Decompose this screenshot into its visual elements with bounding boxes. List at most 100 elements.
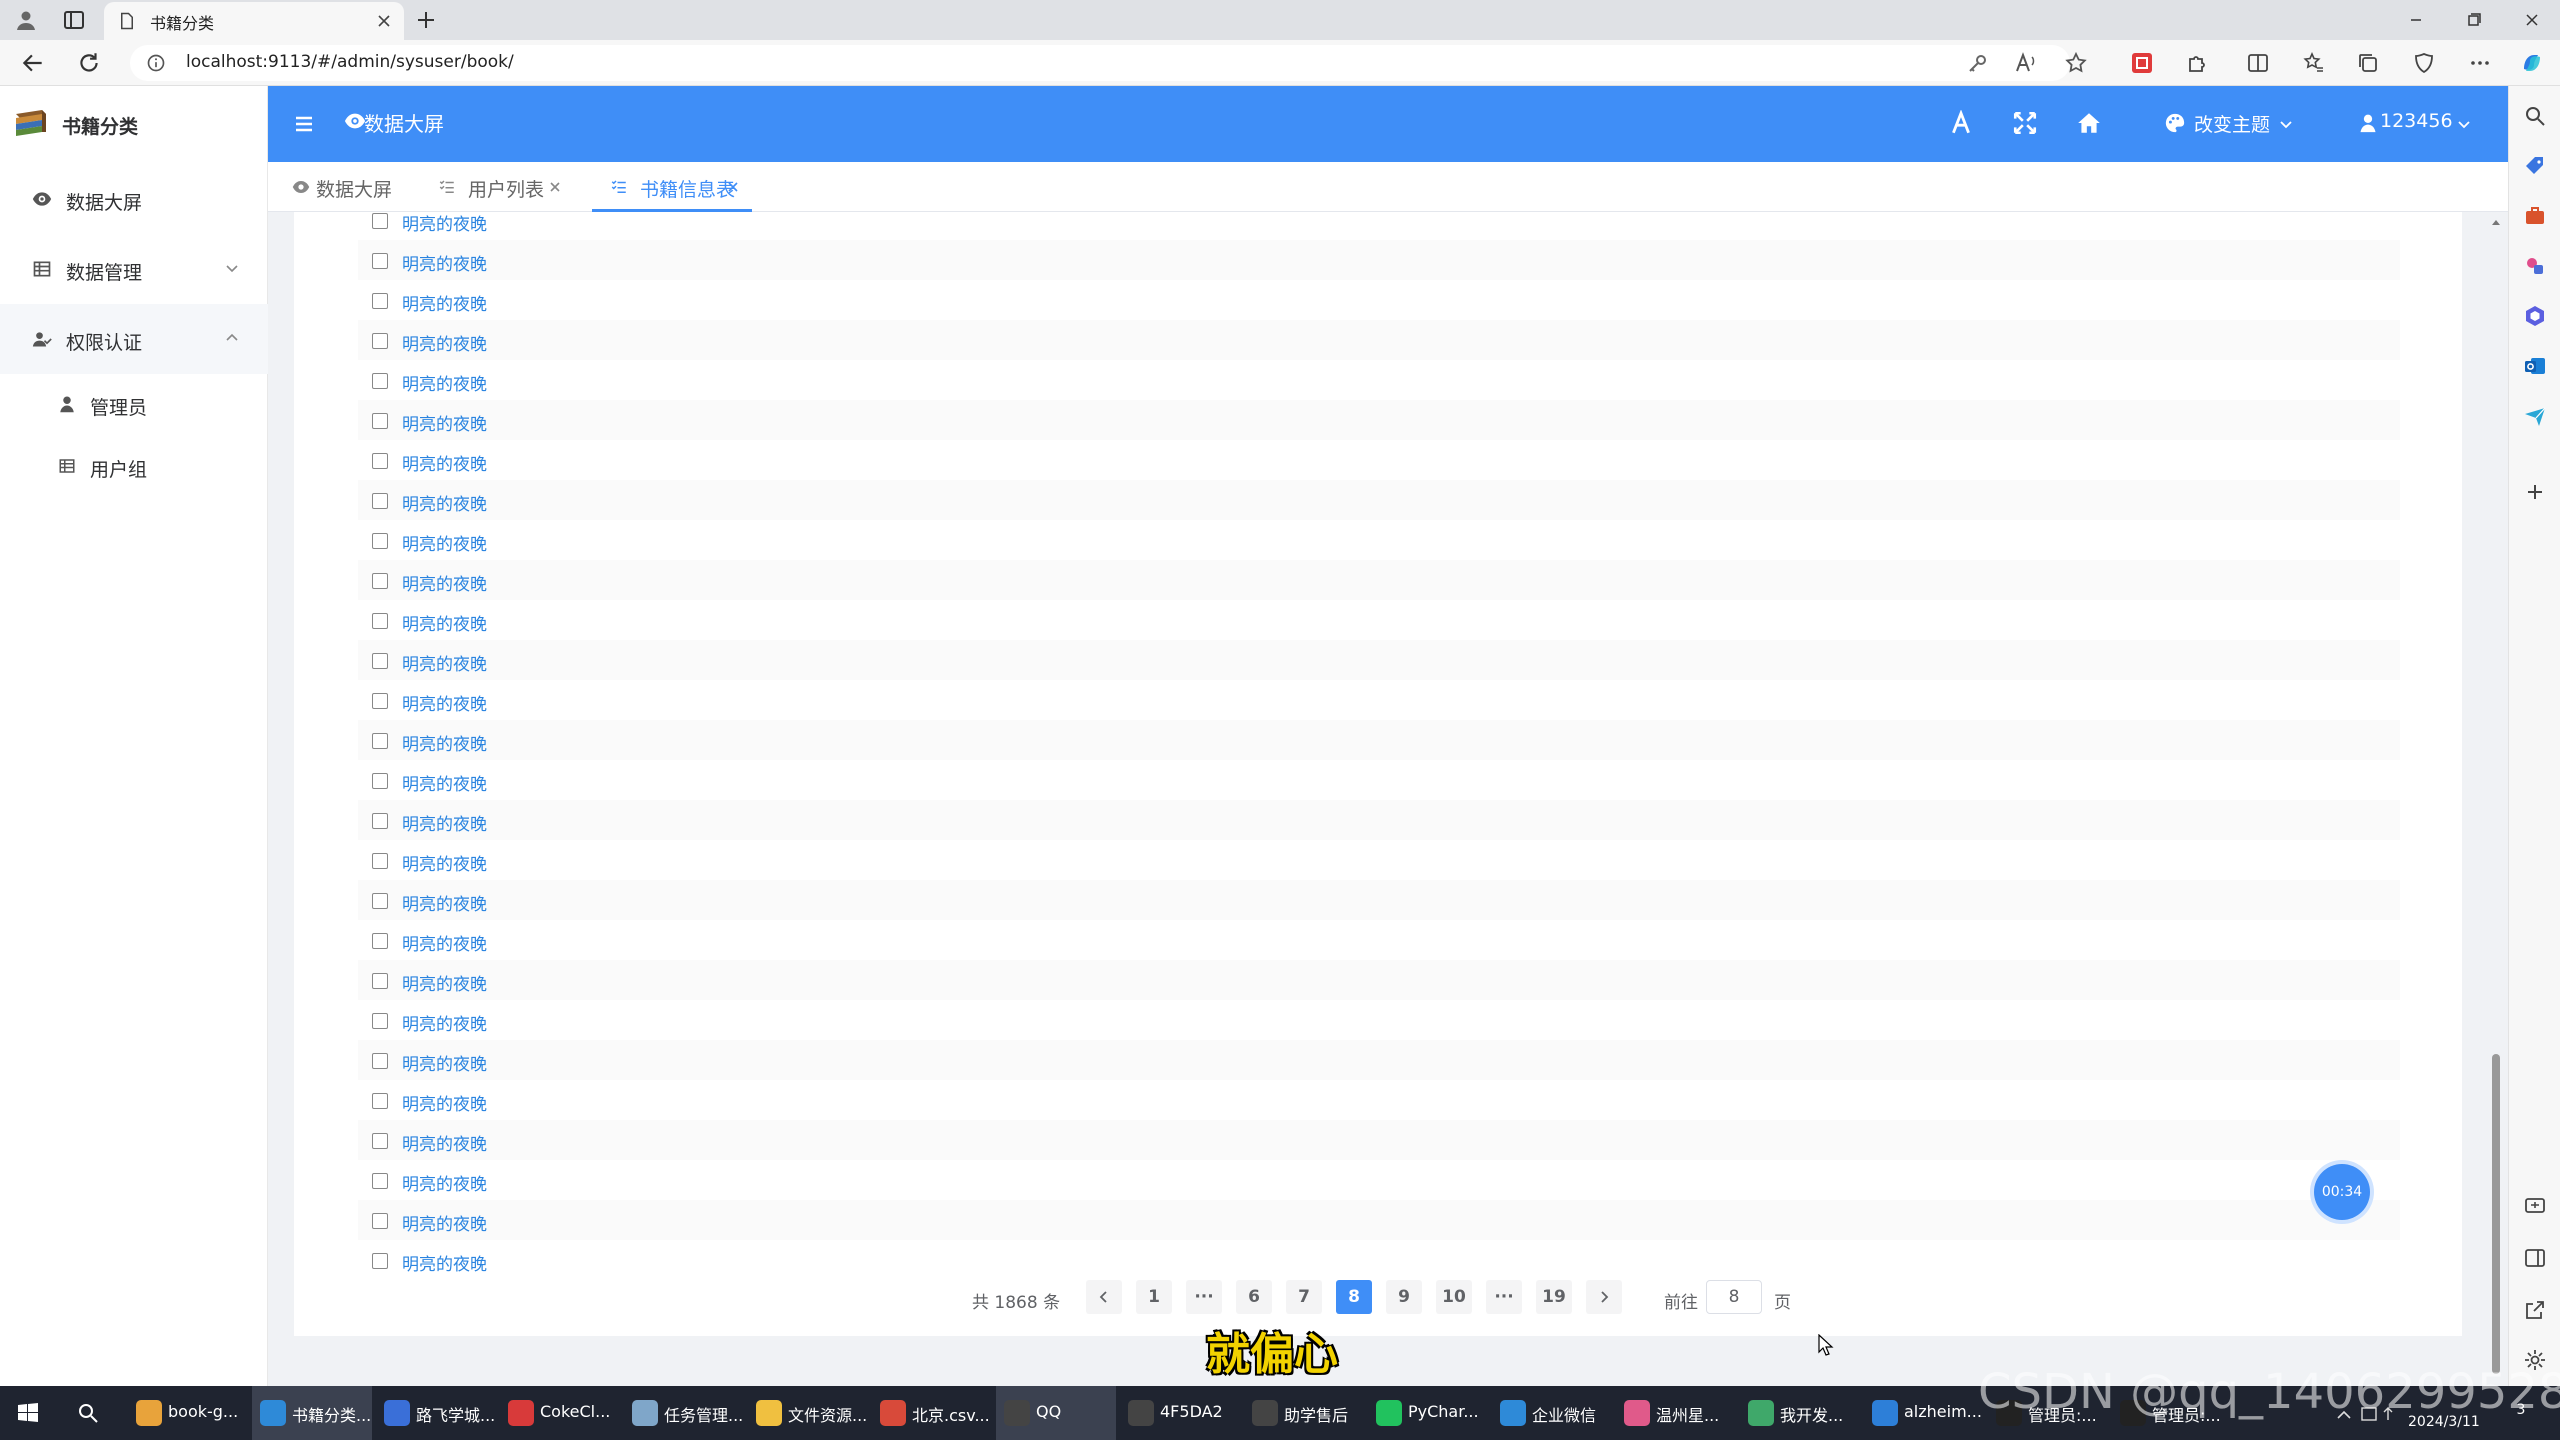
favorites-icon[interactable] bbox=[2302, 51, 2326, 75]
palette-icon[interactable] bbox=[2164, 112, 2186, 134]
taskbar-app[interactable]: 4F5DA2 bbox=[1120, 1386, 1240, 1440]
taskbar-app[interactable]: 我开发... bbox=[1740, 1386, 1860, 1440]
row-checkbox[interactable] bbox=[372, 293, 388, 309]
shopping-tag-icon[interactable] bbox=[2523, 154, 2547, 178]
row-checkbox[interactable] bbox=[372, 693, 388, 709]
book-title-link[interactable]: 明亮的夜晚 bbox=[402, 890, 487, 915]
close-window-icon[interactable] bbox=[2514, 6, 2550, 34]
book-title-link[interactable]: 明亮的夜晚 bbox=[402, 850, 487, 875]
workspaces-icon[interactable] bbox=[62, 8, 86, 32]
minimize-window-icon[interactable] bbox=[2398, 6, 2434, 34]
book-title-link[interactable]: 明亮的夜晚 bbox=[402, 530, 487, 555]
add-sidebar-app-icon[interactable] bbox=[2523, 480, 2547, 504]
book-title-link[interactable]: 明亮的夜晚 bbox=[402, 1130, 487, 1155]
book-title-link[interactable]: 明亮的夜晚 bbox=[402, 450, 487, 475]
row-checkbox[interactable] bbox=[372, 813, 388, 829]
profile-icon[interactable] bbox=[14, 8, 38, 32]
row-checkbox[interactable] bbox=[372, 613, 388, 629]
more-options-icon[interactable] bbox=[2468, 51, 2492, 75]
row-checkbox[interactable] bbox=[372, 493, 388, 509]
sidebar-toggle-icon[interactable] bbox=[2523, 1246, 2547, 1270]
row-checkbox[interactable] bbox=[372, 333, 388, 349]
prev-page-button[interactable] bbox=[1086, 1280, 1122, 1314]
close-icon[interactable] bbox=[548, 180, 562, 194]
row-checkbox[interactable] bbox=[372, 453, 388, 469]
theme-switch-button[interactable]: 改变主题 bbox=[2194, 110, 2270, 137]
taskbar-app[interactable]: QQ bbox=[996, 1386, 1116, 1440]
book-title-link[interactable]: 明亮的夜晚 bbox=[402, 810, 487, 835]
search-icon[interactable] bbox=[2523, 104, 2547, 128]
book-title-link[interactable]: 明亮的夜晚 bbox=[402, 570, 487, 595]
page-more-button[interactable]: ··· bbox=[1186, 1280, 1222, 1314]
page-button[interactable]: 1 bbox=[1136, 1280, 1172, 1314]
row-checkbox[interactable] bbox=[372, 973, 388, 989]
taskbar-app[interactable]: PyChar... bbox=[1368, 1386, 1488, 1440]
taskbar-app[interactable]: 路飞学城... bbox=[376, 1386, 496, 1440]
tab-dashboard[interactable]: 数据大屏 bbox=[286, 162, 406, 212]
taskbar-app[interactable]: 温州星... bbox=[1616, 1386, 1736, 1440]
row-checkbox[interactable] bbox=[372, 653, 388, 669]
menu-toggle-icon[interactable] bbox=[292, 112, 316, 136]
book-title-link[interactable]: 明亮的夜晚 bbox=[402, 970, 487, 995]
book-title-link[interactable]: 明亮的夜晚 bbox=[402, 1050, 487, 1075]
extensions-puzzle-icon[interactable] bbox=[2186, 51, 2210, 75]
url-field[interactable]: localhost:9113/#/admin/sysuser/book/ bbox=[130, 45, 2070, 81]
row-checkbox[interactable] bbox=[372, 1173, 388, 1189]
font-size-icon[interactable] bbox=[1948, 110, 1974, 136]
user-menu[interactable]: 123456 bbox=[2380, 110, 2453, 132]
row-checkbox[interactable] bbox=[372, 413, 388, 429]
row-checkbox[interactable] bbox=[372, 573, 388, 589]
next-page-button[interactable] bbox=[1586, 1280, 1622, 1314]
restore-window-icon[interactable] bbox=[2456, 6, 2492, 34]
chevron-down-icon[interactable] bbox=[2456, 116, 2472, 132]
row-checkbox[interactable] bbox=[372, 1053, 388, 1069]
goto-page-input[interactable] bbox=[1706, 1280, 1762, 1314]
key-icon[interactable] bbox=[1966, 51, 1990, 75]
book-title-link[interactable]: 明亮的夜晚 bbox=[402, 410, 487, 435]
read-aloud-icon[interactable] bbox=[2014, 51, 2038, 75]
recording-timer-badge[interactable]: 00:34 bbox=[2314, 1164, 2370, 1220]
book-title-link[interactable]: 明亮的夜晚 bbox=[402, 1210, 487, 1235]
book-title-link[interactable]: 明亮的夜晚 bbox=[402, 212, 487, 235]
taskbar-app[interactable]: 助学售后 bbox=[1244, 1386, 1364, 1440]
collections-icon[interactable] bbox=[2356, 51, 2380, 75]
send-drop-icon[interactable] bbox=[2523, 404, 2547, 428]
page-button[interactable]: 19 bbox=[1536, 1280, 1572, 1314]
page-button[interactable]: 6 bbox=[1236, 1280, 1272, 1314]
row-checkbox[interactable] bbox=[372, 893, 388, 909]
split-screen-icon[interactable] bbox=[2246, 51, 2270, 75]
page-button[interactable]: 7 bbox=[1286, 1280, 1322, 1314]
browser-essentials-icon[interactable] bbox=[2412, 51, 2436, 75]
sidebar-item-auth[interactable]: 权限认证 bbox=[0, 304, 268, 374]
taskbar-app[interactable]: 北京.csv... bbox=[872, 1386, 992, 1440]
vertical-scrollbar[interactable] bbox=[2488, 212, 2504, 1386]
book-title-link[interactable]: 明亮的夜晚 bbox=[402, 770, 487, 795]
sidebar-item-data-management[interactable]: 数据管理 bbox=[0, 234, 268, 304]
microsoft-365-icon[interactable] bbox=[2523, 304, 2547, 328]
tools-briefcase-icon[interactable] bbox=[2523, 204, 2547, 228]
book-title-link[interactable]: 明亮的夜晚 bbox=[402, 930, 487, 955]
close-tab-icon[interactable] bbox=[374, 11, 394, 31]
games-icon[interactable] bbox=[2523, 254, 2547, 278]
header-title[interactable]: 数据大屏 bbox=[364, 108, 444, 137]
back-icon[interactable] bbox=[20, 50, 46, 76]
close-icon[interactable] bbox=[726, 180, 740, 194]
refresh-icon[interactable] bbox=[76, 50, 102, 76]
screenshot-icon[interactable] bbox=[2523, 1194, 2547, 1218]
book-title-link[interactable]: 明亮的夜晚 bbox=[402, 690, 487, 715]
book-title-link[interactable]: 明亮的夜晚 bbox=[402, 490, 487, 515]
taskbar-app[interactable]: book-g... bbox=[128, 1386, 248, 1440]
fullscreen-icon[interactable] bbox=[2012, 110, 2038, 136]
page-button[interactable]: 9 bbox=[1386, 1280, 1422, 1314]
row-checkbox[interactable] bbox=[372, 1133, 388, 1149]
sidebar-subitem-user-group[interactable]: 用户组 bbox=[0, 436, 268, 498]
row-checkbox[interactable] bbox=[372, 253, 388, 269]
open-external-icon[interactable] bbox=[2523, 1298, 2547, 1322]
sidebar-item-dashboard[interactable]: 数据大屏 bbox=[0, 164, 268, 234]
extension-red-icon[interactable] bbox=[2130, 51, 2154, 75]
row-checkbox[interactable] bbox=[372, 853, 388, 869]
row-checkbox[interactable] bbox=[372, 213, 388, 229]
book-title-link[interactable]: 明亮的夜晚 bbox=[402, 370, 487, 395]
page-more-button[interactable]: ··· bbox=[1486, 1280, 1522, 1314]
row-checkbox[interactable] bbox=[372, 773, 388, 789]
